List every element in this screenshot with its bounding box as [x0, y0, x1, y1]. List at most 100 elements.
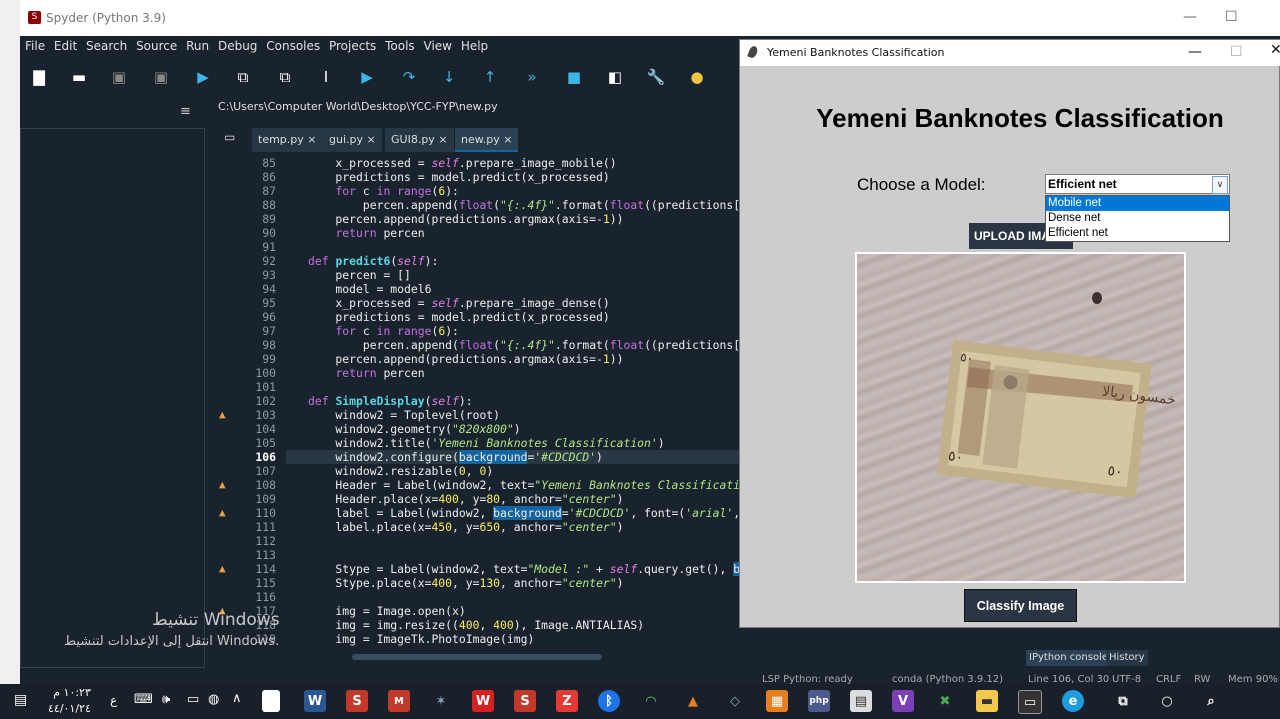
run-selection-icon[interactable]: I [317, 68, 335, 86]
code-line: percen.append(float("{:.4f}".format(floa… [308, 198, 754, 212]
tab-gui[interactable]: gui.py × [323, 128, 382, 152]
notification-icon[interactable]: ▤ [14, 692, 27, 708]
menu-run[interactable]: Run [186, 36, 209, 56]
pane-options-icon[interactable]: ≡ [180, 104, 191, 119]
wifi-icon[interactable]: ◠ [640, 690, 662, 712]
save-all-icon[interactable]: ▣ [152, 68, 170, 86]
code-line: for c in range(6): [335, 184, 459, 198]
svg-text:٥٠: ٥٠ [947, 448, 964, 466]
battery-icon[interactable]: ▭ [187, 692, 199, 707]
preferences-icon[interactable]: 🔧 [647, 68, 666, 86]
maximize-pane-icon[interactable]: ◧ [606, 68, 624, 86]
edge-icon[interactable]: e [1062, 690, 1084, 712]
visual-studio-icon[interactable]: V [892, 690, 914, 712]
clock[interactable]: ١٠:٢٣ م ٤٤/٠١/٢٤ [48, 685, 91, 717]
close-icon[interactable]: × [307, 133, 316, 146]
mcafee-icon[interactable]: M [388, 690, 410, 712]
cortana-icon[interactable]: ○ [1156, 690, 1178, 712]
tab-label: new.py [461, 133, 500, 146]
classify-image-button[interactable]: Classify Image [964, 589, 1077, 622]
debug-icon[interactable]: ▶ [358, 68, 376, 86]
file-explorer-icon[interactable] [262, 690, 280, 712]
code-line: def SimpleDisplay(self): [308, 394, 473, 408]
chevron-down-icon[interactable]: ∨ [1212, 176, 1228, 194]
code-editor[interactable]: 85 x_processed = self.prepare_image_mobi… [216, 154, 754, 652]
word-icon[interactable]: W [304, 690, 326, 712]
open-file-icon[interactable]: ▬ [70, 68, 88, 86]
continue-icon[interactable]: » [523, 68, 541, 86]
step-into-icon[interactable]: ↓ [440, 68, 458, 86]
menu-help[interactable]: Help [461, 36, 488, 56]
menu-search[interactable]: Search [86, 36, 127, 56]
close-icon[interactable]: ✕ [1270, 42, 1280, 58]
taskbar: ▤ ١٠:٢٣ م ٤٤/٠١/٢٤ ع ⌨ 🕪 ▭ ◍ ∧ W S M ✶ W… [0, 684, 1280, 719]
maximize-icon[interactable]: ☐ [1225, 9, 1238, 25]
terminal-icon[interactable]: ▭ [1018, 690, 1042, 714]
step-out-icon[interactable]: ↑ [481, 68, 499, 86]
menu-projects[interactable]: Projects [329, 36, 376, 56]
minimize-icon[interactable]: — [1183, 9, 1197, 25]
run-icon[interactable]: ▶ [194, 68, 212, 86]
option-dense-net[interactable]: Dense net [1046, 211, 1229, 226]
sql-icon[interactable]: ▤ [850, 690, 872, 712]
menu-tools[interactable]: Tools [385, 36, 415, 56]
close-icon[interactable]: × [367, 133, 376, 146]
matlab-icon[interactable]: ▲ [682, 690, 704, 712]
option-mobile-net[interactable]: Mobile net [1046, 196, 1229, 211]
volume-icon[interactable]: 🕪 [162, 692, 170, 707]
maximize-icon[interactable]: ☐ [1230, 44, 1243, 60]
network-globe-icon[interactable]: ◍ [208, 692, 219, 707]
spyder-icon[interactable]: S [514, 690, 536, 712]
run-cell-icon[interactable]: ⧉ [234, 68, 252, 86]
code-line: predictions = model.predict(x_processed) [308, 310, 610, 324]
wps-icon[interactable]: W [472, 690, 494, 712]
keyboard-icon[interactable]: ⌨ [134, 692, 153, 707]
browse-tabs-icon[interactable]: ▭ [224, 130, 235, 144]
python-path-icon[interactable]: ● [688, 68, 706, 86]
search-icon[interactable]: ⌕ [1200, 690, 1222, 712]
menu-source[interactable]: Source [136, 36, 177, 56]
line-number: 106 [255, 450, 276, 464]
line-number: 85 [262, 156, 276, 170]
menu-edit[interactable]: Edit [54, 36, 77, 56]
save-icon[interactable]: ▣ [110, 68, 128, 86]
bluetooth-icon[interactable]: ᛒ [598, 690, 620, 712]
tab-gui8[interactable]: GUI8.py × [385, 128, 454, 152]
menu-consoles[interactable]: Consoles [266, 36, 320, 56]
line-number: 115 [255, 576, 276, 590]
chevron-up-icon[interactable]: ∧ [232, 691, 242, 706]
tab-new[interactable]: new.py × [455, 128, 519, 152]
office-icon[interactable]: ▦ [766, 690, 788, 712]
stop-icon[interactable]: ■ [565, 68, 583, 86]
folder-icon[interactable]: ▬ [976, 690, 998, 712]
horizontal-scrollbar[interactable] [216, 652, 736, 662]
php-icon[interactable]: php [808, 690, 830, 712]
line-number: 87 [262, 184, 276, 198]
code-line: img = img.resize((400, 400), Image.ANTIA… [308, 618, 645, 632]
spyder-icon[interactable]: S [346, 690, 368, 712]
menu-file[interactable]: File [25, 36, 45, 56]
run-cell-advance-icon[interactable]: ⧉ [276, 68, 294, 86]
scrollbar-thumb[interactable] [352, 654, 602, 660]
model-select[interactable]: Efficient net ∨ [1045, 174, 1230, 194]
close-icon[interactable]: × [503, 133, 512, 146]
task-view-icon[interactable]: ⧉ [1112, 690, 1134, 712]
code-line: Stype = Label(window2, text="Model :" + … [308, 562, 754, 576]
option-efficient-net[interactable]: Efficient net [1046, 226, 1229, 241]
anaconda-icon[interactable]: ✖ [934, 690, 956, 712]
pdf-icon[interactable]: Z [556, 690, 578, 712]
language-indicator[interactable]: ع [110, 693, 117, 707]
code-line: img = Image.open(x) [308, 604, 466, 618]
close-icon[interactable]: × [438, 133, 447, 146]
new-file-icon[interactable]: ▇ [30, 68, 48, 86]
virtualbox-icon[interactable]: ◇ [724, 690, 746, 712]
network-icon[interactable]: ✶ [430, 690, 452, 712]
step-icon[interactable]: ↷ [400, 68, 418, 86]
tab-history[interactable]: History [1106, 650, 1148, 666]
tk-window: Yemeni Banknotes Classification — ☐ ✕ Ye… [739, 39, 1280, 628]
spyder-title: Spyder (Python 3.9) [46, 11, 166, 25]
minimize-icon[interactable]: — [1188, 44, 1202, 60]
tab-temp[interactable]: temp.py × [252, 128, 323, 152]
menu-debug[interactable]: Debug [218, 36, 257, 56]
menu-view[interactable]: View [424, 36, 452, 56]
